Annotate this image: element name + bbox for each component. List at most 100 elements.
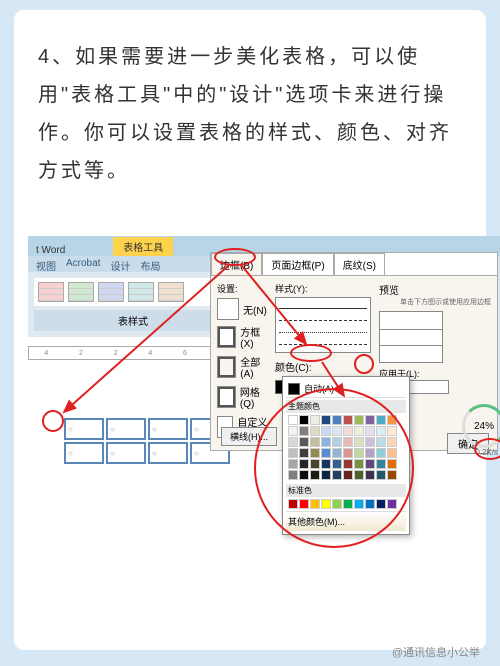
color-cell[interactable] (310, 426, 320, 436)
color-cell[interactable] (321, 459, 331, 469)
color-cell[interactable] (332, 470, 342, 480)
color-cell[interactable] (365, 459, 375, 469)
preset-grid[interactable]: 网格(Q) (217, 384, 269, 410)
color-cell[interactable] (299, 437, 309, 447)
tab-page-borders[interactable]: 页面边框(P) (262, 253, 333, 275)
color-cell[interactable] (365, 415, 375, 425)
color-cell[interactable] (321, 426, 331, 436)
color-cell[interactable] (321, 470, 331, 480)
dialog-tabs: 边框(B) 页面边框(P) 底纹(S) (211, 253, 497, 276)
standard-color-row[interactable] (286, 497, 406, 511)
color-cell[interactable] (354, 448, 364, 458)
color-cell[interactable] (299, 499, 309, 509)
contextual-tab[interactable]: 表格工具 (113, 237, 173, 256)
color-cell[interactable] (288, 415, 298, 425)
color-cell[interactable] (288, 426, 298, 436)
color-cell[interactable] (343, 437, 353, 447)
tab-layout[interactable]: 布局 (140, 258, 160, 270)
preset-box[interactable]: 方框(X) (217, 324, 269, 350)
color-cell[interactable] (299, 448, 309, 458)
color-cell[interactable] (288, 459, 298, 469)
color-cell[interactable] (332, 437, 342, 447)
color-cell[interactable] (343, 415, 353, 425)
color-cell[interactable] (343, 426, 353, 436)
color-cell[interactable] (310, 470, 320, 480)
color-cell[interactable] (376, 470, 386, 480)
color-cell[interactable] (343, 448, 353, 458)
color-cell[interactable] (354, 415, 364, 425)
color-cell[interactable] (354, 437, 364, 447)
color-cell[interactable] (376, 426, 386, 436)
color-cell[interactable] (365, 437, 375, 447)
tab-acrobat[interactable]: Acrobat (66, 258, 100, 270)
color-cell[interactable] (343, 470, 353, 480)
preview-box[interactable] (379, 311, 443, 363)
color-cell[interactable] (387, 415, 397, 425)
color-cell[interactable] (387, 426, 397, 436)
color-cell[interactable] (354, 470, 364, 480)
color-cell[interactable] (288, 448, 298, 458)
line-style-list[interactable] (275, 297, 371, 353)
document-table[interactable]: ○○○○ ○○○○ (62, 416, 232, 466)
color-cell[interactable] (376, 499, 386, 509)
color-cell[interactable] (365, 448, 375, 458)
color-cell[interactable] (310, 437, 320, 447)
auto-color-option[interactable]: 自动(A) (286, 380, 406, 398)
color-cell[interactable] (387, 437, 397, 447)
color-cell[interactable] (387, 448, 397, 458)
color-label: 颜色(C): (275, 359, 312, 374)
preset-all[interactable]: 全部(A) (217, 354, 269, 380)
color-cell[interactable] (332, 415, 342, 425)
color-cell[interactable] (387, 459, 397, 469)
color-cell[interactable] (376, 448, 386, 458)
color-cell[interactable] (343, 459, 353, 469)
color-cell[interactable] (288, 499, 298, 509)
color-cell[interactable] (387, 499, 397, 509)
tab-design[interactable]: 设计 (110, 258, 130, 270)
color-cell[interactable] (354, 459, 364, 469)
color-cell[interactable] (321, 499, 331, 509)
color-cell[interactable] (321, 415, 331, 425)
color-cell[interactable] (376, 459, 386, 469)
tab-borders[interactable]: 边框(B) (211, 253, 262, 275)
theme-colors-label: 主题颜色 (286, 400, 406, 413)
style-thumb[interactable] (68, 282, 94, 302)
style-thumb[interactable] (128, 282, 154, 302)
color-cell[interactable] (354, 499, 364, 509)
color-cell[interactable] (310, 448, 320, 458)
style-thumb[interactable] (158, 282, 184, 302)
color-cell[interactable] (310, 499, 320, 509)
color-cell[interactable] (332, 499, 342, 509)
color-cell[interactable] (354, 426, 364, 436)
color-cell[interactable] (376, 415, 386, 425)
color-cell[interactable] (288, 437, 298, 447)
color-cell[interactable] (332, 426, 342, 436)
color-cell[interactable] (387, 470, 397, 480)
color-cell[interactable] (365, 426, 375, 436)
theme-color-grid[interactable] (286, 413, 406, 482)
style-thumb[interactable] (38, 282, 64, 302)
preset-none[interactable]: 无(N) (217, 298, 269, 320)
color-cell[interactable] (321, 437, 331, 447)
color-cell[interactable] (332, 448, 342, 458)
ruler: 42 24 68 (28, 346, 238, 360)
color-cell[interactable] (332, 459, 342, 469)
style-gallery[interactable] (34, 278, 232, 306)
color-cell[interactable] (310, 459, 320, 469)
tab-view[interactable]: 视图 (36, 258, 56, 270)
color-cell[interactable] (299, 415, 309, 425)
tab-shading[interactable]: 底纹(S) (334, 253, 385, 275)
style-thumb[interactable] (98, 282, 124, 302)
more-colors-option[interactable]: 其他颜色(M)... (286, 511, 406, 531)
color-cell[interactable] (310, 415, 320, 425)
color-cell[interactable] (299, 470, 309, 480)
color-cell[interactable] (365, 470, 375, 480)
color-cell[interactable] (299, 426, 309, 436)
color-cell[interactable] (376, 437, 386, 447)
color-cell[interactable] (299, 459, 309, 469)
color-cell[interactable] (343, 499, 353, 509)
hline-button[interactable]: 横线(H)... (221, 427, 277, 446)
color-cell[interactable] (321, 448, 331, 458)
color-cell[interactable] (288, 470, 298, 480)
color-cell[interactable] (365, 499, 375, 509)
